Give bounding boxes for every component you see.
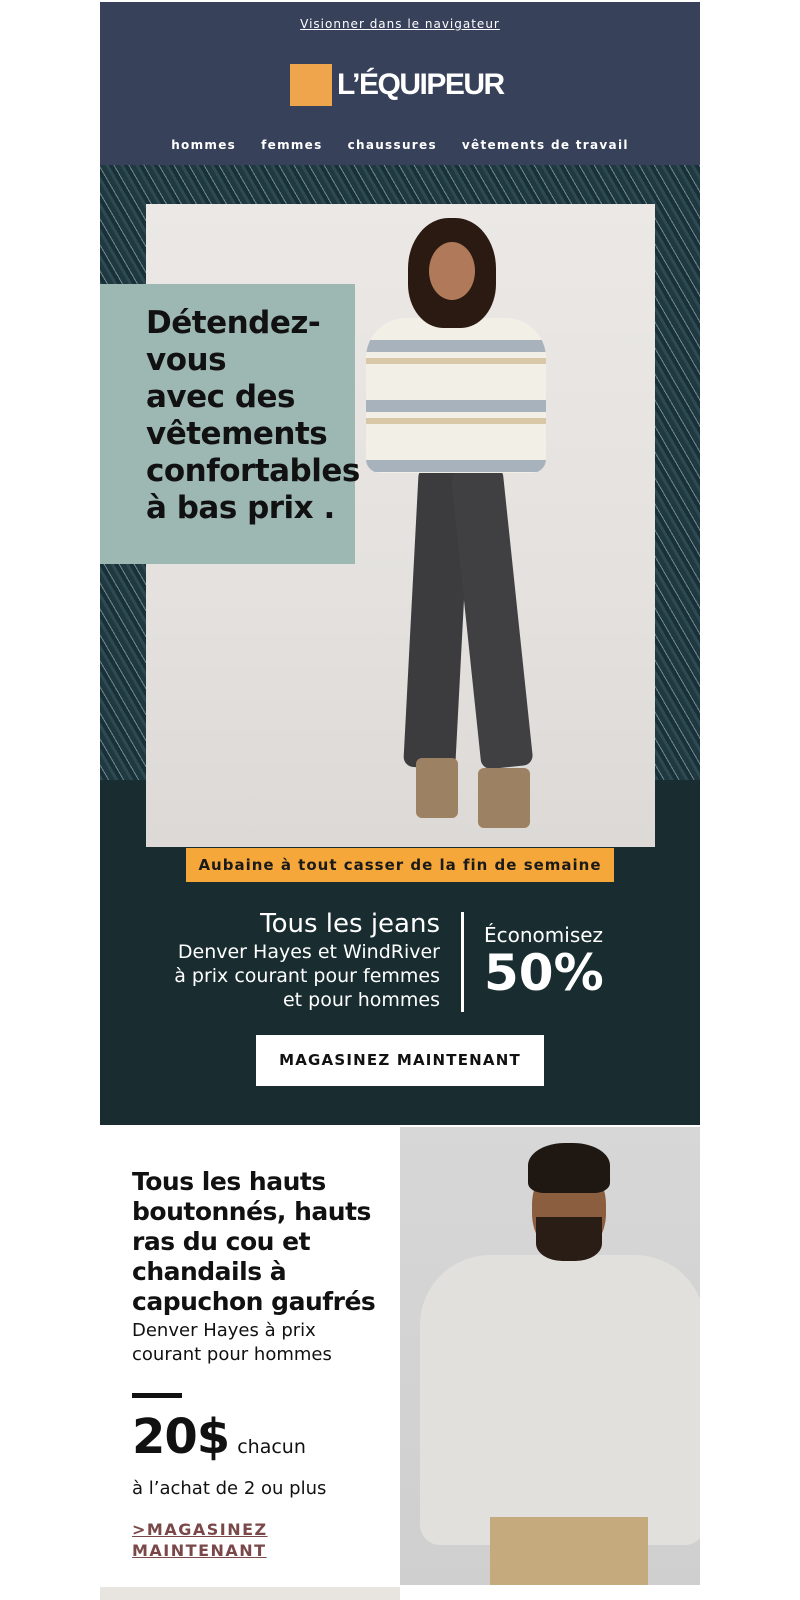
deal-banner: Aubaine à tout casser de la fin de semai…	[186, 848, 614, 882]
main-nav: hommes femmes chaussures vêtements de tr…	[100, 138, 700, 152]
hero-caption-line: confortables	[146, 453, 360, 489]
hero-section: Détendez- vous avec des vêtements confor…	[100, 165, 700, 1125]
hero-caption-line: vêtements	[146, 416, 328, 452]
offer-sub-line: et pour hommes	[282, 989, 440, 1011]
hero-caption-line: Détendez-	[146, 305, 321, 341]
logo-text: L’ÉQUIPEUR	[337, 68, 505, 101]
tops-promo-subtitle: Denver Hayes à prix courant pour hommes	[132, 1319, 382, 1367]
woman-figure	[366, 218, 566, 838]
brand-logo[interactable]: L’ÉQUIPEUR	[290, 64, 505, 106]
tops-sub-line: Denver Hayes à prix	[132, 1320, 316, 1341]
offer-sub-line: à prix courant pour femmes	[174, 965, 440, 987]
tops-sub-line: courant pour hommes	[132, 1344, 332, 1365]
next-section-edge	[400, 1587, 700, 1600]
shop-now-link[interactable]: >MAGASINEZ MAINTENANT	[132, 1519, 382, 1561]
savings-percent: 50%	[484, 944, 604, 1002]
nav-item-femmes[interactable]: femmes	[261, 138, 322, 152]
shop-now-link-line[interactable]: >MAGASINEZ	[132, 1519, 382, 1540]
view-in-browser-link[interactable]: Visionner dans le navigateur	[100, 17, 700, 31]
price-each-label: chacun	[237, 1436, 306, 1458]
offer-savings: Économisez 50%	[484, 923, 604, 999]
offer-description: Tous les jeans Denver Hayes et WindRiver…	[130, 908, 440, 1012]
next-section-image-edge	[100, 1587, 400, 1600]
nav-item-chaussures[interactable]: chaussures	[348, 138, 437, 152]
tops-photo-man[interactable]	[400, 1127, 700, 1585]
shop-now-button[interactable]: MAGASINEZ MAINTENANT	[256, 1035, 544, 1086]
tops-title-line: chandails à	[132, 1257, 287, 1286]
hero-caption-line: vous	[146, 342, 227, 378]
nav-item-hommes[interactable]: hommes	[171, 138, 236, 152]
divider-bar	[132, 1393, 182, 1398]
tops-title-line: ras du cou et	[132, 1227, 311, 1256]
tops-title-line: capuchon gaufrés	[132, 1287, 376, 1316]
hero-caption-line: avec des	[146, 379, 296, 415]
offer-divider	[461, 912, 464, 1012]
tops-title-line: boutonnés, hauts	[132, 1197, 371, 1226]
hero-caption: Détendez- vous avec des vêtements confor…	[146, 305, 360, 527]
price: 20$	[132, 1409, 230, 1465]
offer-title: Tous les jeans	[260, 909, 440, 939]
tops-promo-title: Tous les hauts boutonnés, hauts ras du c…	[132, 1167, 382, 1317]
email-container: Visionner dans le navigateur L’ÉQUIPEUR …	[100, 0, 700, 1600]
tops-promo-section: Tous les hauts boutonnés, hauts ras du c…	[100, 1127, 700, 1585]
nav-item-vetements-de-travail[interactable]: vêtements de travail	[462, 138, 629, 152]
tops-promo-text: Tous les hauts boutonnés, hauts ras du c…	[132, 1167, 382, 1561]
purchase-condition: à l’achat de 2 ou plus	[132, 1478, 327, 1499]
price-row: 20$ chacun	[132, 1410, 382, 1464]
offer-sub-line: Denver Hayes et WindRiver	[177, 941, 440, 963]
logo-square-icon	[290, 64, 332, 106]
hero-caption-line: à bas prix .	[146, 490, 335, 526]
tops-title-line: Tous les hauts	[132, 1167, 326, 1196]
header: Visionner dans le navigateur L’ÉQUIPEUR …	[100, 2, 700, 165]
shop-now-link-line[interactable]: MAINTENANT	[132, 1540, 382, 1561]
